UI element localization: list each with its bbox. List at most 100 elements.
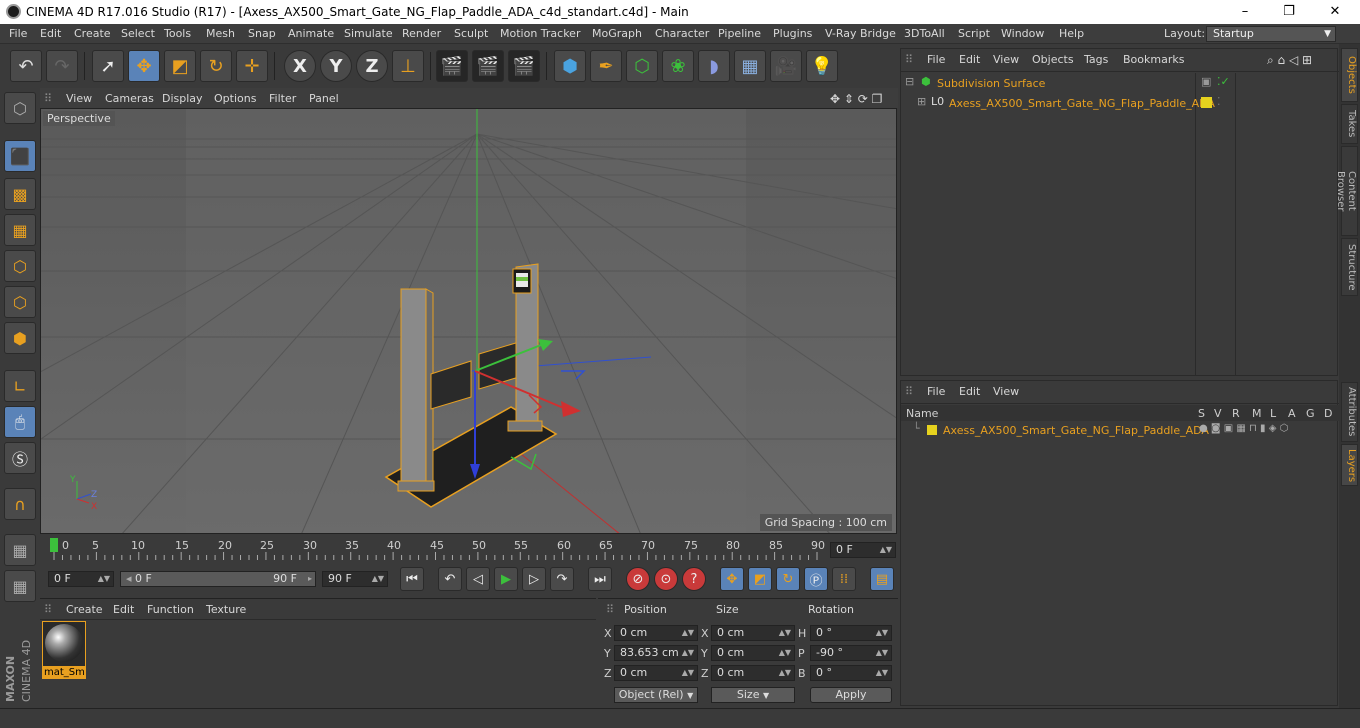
add-light-button[interactable]: 💡 <box>806 50 838 82</box>
tab-content-browser[interactable]: Content Browser <box>1335 146 1358 236</box>
menu-window[interactable]: Window <box>1001 27 1044 40</box>
menu-pipeline[interactable]: Pipeline <box>718 27 761 40</box>
add-floor-button[interactable]: ▦ <box>734 50 766 82</box>
go-to-end-button[interactable]: ⏭ <box>588 567 612 591</box>
viewport-menu-options[interactable]: Options <box>214 92 256 105</box>
add-nurbs-button[interactable]: ⬡ <box>626 50 658 82</box>
key-pla-button[interactable]: ⁞⁞ <box>832 567 856 591</box>
size-mode-select[interactable]: Size ▼ <box>711 687 795 703</box>
key-position-button[interactable]: ✥ <box>720 567 744 591</box>
next-frame-button[interactable]: ▷ <box>522 567 546 591</box>
layer-col-deformers[interactable]: D <box>1324 407 1332 420</box>
add-spline-button[interactable]: ✒ <box>590 50 622 82</box>
add-camera-button[interactable]: 🎥 <box>770 50 802 82</box>
z-axis-button[interactable]: Z <box>356 50 388 82</box>
menu-help[interactable]: Help <box>1059 27 1084 40</box>
snap-button[interactable]: ∩ <box>4 488 36 520</box>
layout-select[interactable]: Startup ▼ <box>1206 26 1336 42</box>
objects-menu-objects[interactable]: Objects <box>1032 53 1074 66</box>
layer-col-view[interactable]: V <box>1214 407 1222 420</box>
close-button[interactable]: ✕ <box>1320 2 1350 22</box>
workplane-mode-button[interactable]: ▦ <box>4 214 36 246</box>
key-scale-button[interactable]: ◩ <box>748 567 772 591</box>
perspective-viewport[interactable]: Y Z X Perspective Grid Spacing : 100 cm <box>40 108 897 534</box>
end-frame-field[interactable]: 90 F ▲▼ <box>322 571 388 587</box>
keyframe-selection-button[interactable]: ? <box>682 567 706 591</box>
layer-col-manager[interactable]: M <box>1252 407 1262 420</box>
position-y-field[interactable]: 83.653 cm ▲▼ <box>614 645 698 661</box>
size-x-field[interactable]: 0 cm ▲▼ <box>711 625 795 641</box>
current-frame-field[interactable]: 0 F ▲▼ <box>830 542 896 558</box>
live-selection-button[interactable]: ➚ <box>92 50 124 82</box>
menu-plugins[interactable]: Plugins <box>773 27 812 40</box>
layer-row[interactable]: └ Axess_AX500_Smart_Gate_NG_Flap_Paddle_… <box>901 422 1339 438</box>
menu-select[interactable]: Select <box>121 27 155 40</box>
move-button[interactable]: ✥ <box>128 50 160 82</box>
check-icon[interactable]: ⁚✓ <box>1217 75 1230 88</box>
menu-snap[interactable]: Snap <box>248 27 276 40</box>
viewport-menu-display[interactable]: Display <box>162 92 203 105</box>
next-key-button[interactable]: ↷ <box>550 567 574 591</box>
key-parameter-button[interactable]: Ⓟ <box>804 567 828 591</box>
visibility-dots-icon[interactable]: ⁚ <box>1217 95 1221 108</box>
redo-button[interactable]: ↷ <box>46 50 78 82</box>
go-to-start-button[interactable]: ⏮ <box>400 567 424 591</box>
menu-mograph[interactable]: MoGraph <box>592 27 642 40</box>
render-settings-button[interactable]: 🎬 <box>508 50 540 82</box>
viewport-menu-view[interactable]: View <box>66 92 92 105</box>
play-button[interactable]: ▶ <box>494 567 518 591</box>
texture-mode-button[interactable]: ▩ <box>4 178 36 210</box>
viewport-menu-cameras[interactable]: Cameras <box>105 92 154 105</box>
menu-3dtoall[interactable]: 3DToAll <box>904 27 945 40</box>
viewport-navigation-icons[interactable]: ✥ ⇕ ⟳ ❐ <box>830 92 882 106</box>
menu-animate[interactable]: Animate <box>288 27 334 40</box>
menu-character[interactable]: Character <box>655 27 709 40</box>
position-z-field[interactable]: 0 cm ▲▼ <box>614 665 698 681</box>
object-row[interactable]: ⊞ L0 Axess_AX500_Smart_Gate_NG_Flap_Padd… <box>901 94 1339 112</box>
edges-mode-button[interactable]: ⬡ <box>4 286 36 318</box>
objects-menu-file[interactable]: File <box>927 53 945 66</box>
rotate-button[interactable]: ↻ <box>200 50 232 82</box>
material-menu-create[interactable]: Create <box>66 603 103 616</box>
scale-button[interactable]: ◩ <box>164 50 196 82</box>
x-axis-button[interactable]: X <box>284 50 316 82</box>
maximize-button[interactable]: ❐ <box>1274 2 1304 22</box>
menu-file[interactable]: File <box>9 27 27 40</box>
add-deformer-button[interactable]: ◗ <box>698 50 730 82</box>
material-menu-texture[interactable]: Texture <box>206 603 246 616</box>
menu-create[interactable]: Create <box>74 27 111 40</box>
objects-menu-bookmarks[interactable]: Bookmarks <box>1123 53 1184 66</box>
layers-menu-view[interactable]: View <box>993 385 1019 398</box>
planar-workplane-button[interactable]: ▦ <box>4 570 36 602</box>
material-menu-edit[interactable]: Edit <box>113 603 134 616</box>
solo-button[interactable]: Ⓢ <box>4 442 36 474</box>
timeline-window-button[interactable]: ▤ <box>870 567 894 591</box>
layer-color-swatch[interactable] <box>927 425 937 435</box>
size-z-field[interactable]: 0 cm ▲▼ <box>711 665 795 681</box>
layers-menu-file[interactable]: File <box>927 385 945 398</box>
render-view-button[interactable]: 🎬 <box>436 50 468 82</box>
tab-structure[interactable]: Structure <box>1341 238 1358 296</box>
coordinate-system-button[interactable]: ⊥ <box>392 50 424 82</box>
menu-simulate[interactable]: Simulate <box>344 27 393 40</box>
polygons-mode-button[interactable]: ⬢ <box>4 322 36 354</box>
previous-frame-button[interactable]: ◁ <box>466 567 490 591</box>
viewport-menu-filter[interactable]: Filter <box>269 92 296 105</box>
tab-attributes[interactable]: Attributes <box>1341 382 1358 442</box>
menu-vray-bridge[interactable]: V-Ray Bridge <box>825 27 896 40</box>
rotation-b-field[interactable]: 0 ° ▲▼ <box>810 665 892 681</box>
viewport-menu-panel[interactable]: Panel <box>309 92 339 105</box>
material-menu-function[interactable]: Function <box>147 603 194 616</box>
material-swatch[interactable]: mat_Sma <box>42 621 86 679</box>
y-axis-button[interactable]: Y <box>320 50 352 82</box>
objects-menu-view[interactable]: View <box>993 53 1019 66</box>
autokey-button[interactable]: ⊙ <box>654 567 678 591</box>
layer-toggle-icon[interactable]: ▣ <box>1201 75 1211 88</box>
position-x-field[interactable]: 0 cm ▲▼ <box>614 625 698 641</box>
menu-render[interactable]: Render <box>402 27 441 40</box>
recent-tool-button[interactable]: ✛ <box>236 50 268 82</box>
layer-toggle-icons[interactable]: ● ◙ ▣ ▦ ⊓ ▮ ◈ ⬡ <box>1199 423 1288 434</box>
record-button[interactable]: ⊘ <box>626 567 650 591</box>
layer-col-lock[interactable]: L <box>1270 407 1276 420</box>
layer-col-render[interactable]: R <box>1232 407 1240 420</box>
